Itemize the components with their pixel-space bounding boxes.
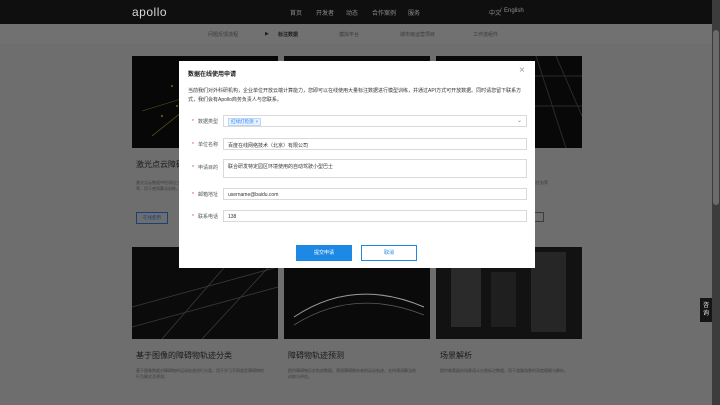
required-icon: * bbox=[192, 192, 194, 198]
purpose-textarea[interactable]: 联合研发特定园区环境使用的自动驾驶小型巴士 bbox=[223, 159, 527, 178]
required-icon: * bbox=[192, 165, 194, 171]
label-data-type: * 数据类型 bbox=[192, 119, 218, 125]
nav-developer[interactable]: 开发者 bbox=[316, 8, 334, 17]
lang-separator: / bbox=[500, 8, 502, 14]
card-link-2[interactable] bbox=[534, 212, 544, 222]
submit-button[interactable]: 提交申请 bbox=[296, 245, 352, 261]
lang-en[interactable]: English bbox=[504, 8, 524, 14]
modal-title: 数据在线使用申请 bbox=[188, 72, 237, 78]
consult-button[interactable]: 咨 询 bbox=[700, 298, 712, 322]
tag-remove-icon[interactable]: × bbox=[256, 119, 259, 124]
selected-tag: 红绿灯检测 × bbox=[228, 118, 262, 126]
apollo-logo[interactable]: apollo bbox=[132, 5, 167, 19]
close-icon[interactable]: × bbox=[519, 65, 525, 76]
required-icon: * bbox=[192, 119, 194, 125]
card-desc-4: 提供障碍物历史轨迹数据，预测障碍物未来的运动轨迹，支持预测算法的训练与评估。 bbox=[288, 368, 416, 379]
card-title-3: 基于图像的障碍物轨迹分类 bbox=[136, 351, 232, 360]
modal-intro-text: 当前我们对外科研机构，企业单位开放云端计算能力，您即可以在线使用大量标注数据进行… bbox=[188, 88, 522, 103]
label-company: * 单位名称 bbox=[192, 142, 218, 148]
card-link-0[interactable]: 在线使用 bbox=[136, 212, 168, 224]
subnav-item-1[interactable]: 标注数据 bbox=[278, 31, 298, 38]
phone-input[interactable]: 138 bbox=[223, 210, 527, 222]
card-desc-3: 基于图像数据对障碍物的运动轨迹进行分类，用于学习不同类型障碍物的行为模式及预测。 bbox=[136, 368, 264, 379]
subnav-item-2[interactable]: 模拟平台 bbox=[339, 31, 359, 38]
email-input[interactable]: username@baidu.com bbox=[223, 188, 527, 200]
card-desc-5: 提供像素级的场景语义分割标注数据，用于道路场景的深度理解与解析。 bbox=[440, 368, 568, 373]
scrollbar-thumb[interactable] bbox=[713, 30, 719, 205]
card-title-5: 场景解析 bbox=[440, 351, 472, 360]
application-modal: 数据在线使用申请 × 当前我们对外科研机构，企业单位开放云端计算能力，您即可以在… bbox=[179, 61, 535, 268]
label-phone: * 联系电话 bbox=[192, 214, 218, 220]
company-input[interactable]: 百度在线网络技术（北京）有限公司 bbox=[223, 138, 527, 150]
label-email: * 邮箱地址 bbox=[192, 192, 218, 198]
subnav-item-0[interactable]: 问题反馈流程 bbox=[208, 31, 238, 38]
subnav-item-3[interactable]: 城市级运营项目 bbox=[400, 31, 435, 38]
top-navbar: apollo 首页 开发者 动态 合作案例 服务 中文 / English bbox=[0, 0, 712, 24]
sub-navbar: 问题反馈流程 ▶ 标注数据 模拟平台 城市级运营项目 工作流组件 bbox=[0, 24, 712, 44]
required-icon: * bbox=[192, 214, 194, 220]
nav-cases[interactable]: 合作案例 bbox=[372, 8, 396, 17]
subnav-item-4[interactable]: 工作流组件 bbox=[473, 31, 498, 38]
nav-home[interactable]: 首页 bbox=[290, 8, 302, 17]
card-title-4: 障碍物轨迹预测 bbox=[288, 351, 344, 360]
label-purpose: * 申请目的 bbox=[192, 165, 218, 171]
nav-news[interactable]: 动态 bbox=[346, 8, 358, 17]
data-type-select[interactable]: 红绿灯检测 × ⌄ bbox=[223, 115, 527, 127]
chevron-down-icon[interactable]: ⌄ bbox=[517, 117, 522, 124]
play-icon: ▶ bbox=[265, 31, 269, 37]
nav-service[interactable]: 服务 bbox=[408, 8, 420, 17]
required-icon: * bbox=[192, 142, 194, 148]
cancel-button[interactable]: 取消 bbox=[361, 245, 417, 261]
consult-button-label: 咨 询 bbox=[702, 303, 709, 317]
